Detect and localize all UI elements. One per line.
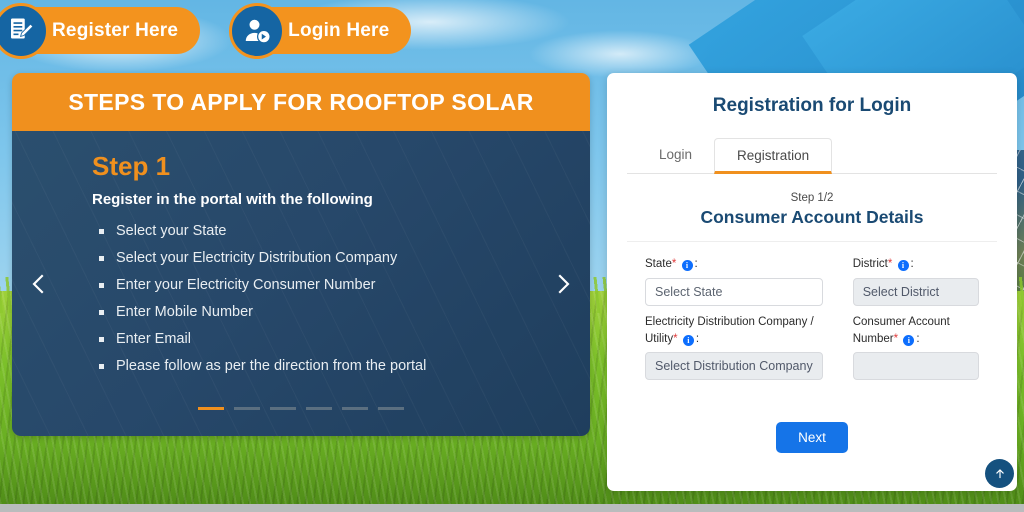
carousel-dot[interactable] [234, 407, 260, 410]
list-item: Enter Mobile Number [92, 299, 590, 326]
distribution-company-label-text: Electricity Distribution Company / Utili… [645, 316, 814, 345]
form-actions: Next [627, 422, 997, 454]
consumer-account-form: State* i: Select State District* i: Sele… [627, 256, 997, 381]
required-marker: * [887, 258, 893, 270]
steps-card-body: Step 1 Register in the portal with the f… [12, 131, 590, 436]
steps-card-header: STEPS TO APPLY FOR ROOFTOP SOLAR [12, 73, 590, 131]
login-here-button[interactable]: Login Here [229, 2, 412, 59]
list-item: Enter your Electricity Consumer Number [92, 272, 590, 299]
bottom-bar [0, 504, 1024, 512]
steps-carousel-card: STEPS TO APPLY FOR ROOFTOP SOLAR Step 1 … [12, 73, 590, 436]
step-bullet-list: Select your State Select your Electricit… [92, 218, 590, 380]
info-icon[interactable]: i [682, 334, 694, 346]
distribution-company-select[interactable]: Select Distribution Company [645, 352, 823, 381]
page-title: Registration for Login [712, 95, 912, 116]
step-indicator: Step 1/2 [790, 192, 834, 204]
chevron-right-icon[interactable] [548, 269, 578, 299]
next-button[interactable]: Next [776, 422, 848, 454]
list-item: Select your Electricity Distribution Com… [92, 245, 590, 272]
tab-login[interactable]: Login [637, 138, 714, 173]
scroll-to-top-button[interactable] [985, 459, 1014, 488]
info-icon[interactable]: i [897, 260, 909, 271]
carousel-dot[interactable] [306, 407, 332, 410]
field-state: State* i: Select State [645, 256, 823, 306]
registration-panel: Registration for Login Login Registratio… [607, 73, 1017, 491]
register-here-label: Register Here [52, 19, 179, 41]
cta-button-row: Register Here Login Here [0, 2, 412, 59]
tab-registration[interactable]: Registration [714, 138, 833, 174]
login-here-label: Login Here [288, 19, 390, 41]
steps-header-title: STEPS TO APPLY FOR ROOFTOP SOLAR [68, 88, 534, 115]
chevron-left-icon[interactable] [24, 269, 54, 299]
registration-tabs: Login Registration [627, 138, 997, 174]
info-icon[interactable]: i [903, 334, 915, 346]
register-here-button[interactable]: Register Here [0, 2, 201, 59]
district-select[interactable]: Select District [852, 278, 979, 306]
required-marker: * [893, 332, 899, 345]
user-login-icon [229, 2, 286, 59]
field-consumer-account-number: Consumer Account Number* i: [852, 314, 979, 381]
state-select[interactable]: Select State [645, 278, 823, 306]
distribution-company-label: Electricity Distribution Company / Utili… [645, 316, 814, 346]
list-item: Enter Email [92, 326, 590, 353]
district-label: District* i: [852, 258, 914, 271]
list-item: Please follow as per the direction from … [92, 353, 590, 380]
state-label-text: State [645, 258, 672, 270]
carousel-pagination [12, 407, 590, 410]
consumer-account-number-label: Consumer Account Number* i: [852, 316, 950, 346]
consumer-account-number-input[interactable] [852, 352, 979, 381]
required-marker: * [673, 332, 678, 345]
section-title: Consumer Account Details [627, 207, 997, 242]
carousel-dot[interactable] [270, 407, 296, 410]
info-icon[interactable]: i [681, 260, 693, 271]
consumer-account-number-label-text: Consumer Account Number [852, 316, 950, 345]
arrow-up-icon [995, 468, 1004, 478]
list-item: Select your State [92, 218, 590, 245]
field-distribution-company: Electricity Distribution Company / Utili… [645, 314, 823, 381]
state-label: State* i: [645, 258, 698, 271]
document-pencil-icon [0, 2, 49, 59]
step-heading: Step 1 [92, 151, 171, 181]
carousel-dot[interactable] [378, 407, 404, 410]
carousel-dot[interactable] [198, 407, 224, 410]
field-district: District* i: Select District [852, 256, 979, 306]
required-marker: * [671, 258, 677, 270]
step-subtitle: Register in the portal with the followin… [92, 191, 373, 208]
district-label-text: District [852, 258, 888, 270]
carousel-dot[interactable] [342, 407, 368, 410]
